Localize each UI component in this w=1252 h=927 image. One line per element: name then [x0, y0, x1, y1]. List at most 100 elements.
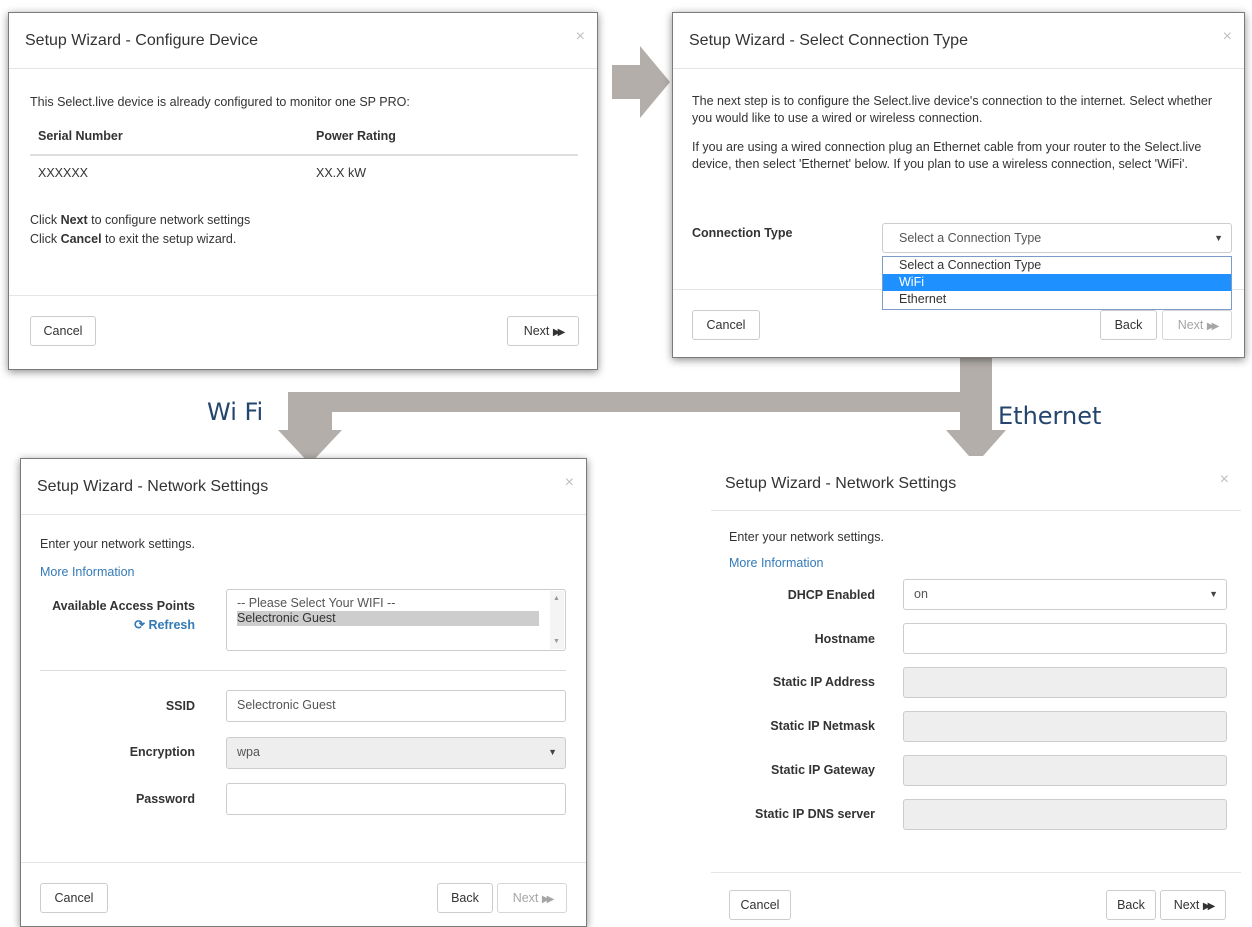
next-button[interactable]: Next ▶▶: [497, 883, 567, 913]
cancel-button[interactable]: Cancel: [692, 310, 760, 340]
fast-forward-icon: ▶▶: [541, 894, 555, 905]
encryption-select[interactable]: wpa ▼: [226, 737, 566, 769]
refresh-icon: ⟳: [134, 617, 145, 632]
scroll-down-icon[interactable]: ▼: [553, 634, 560, 649]
static-ip-netmask-input[interactable]: [903, 711, 1227, 742]
section-divider: [40, 670, 566, 671]
power-rating-cell: XX.X kW: [316, 166, 367, 180]
hint-cancel-text: Click Cancel to exit the setup wizard.: [30, 232, 237, 246]
more-information-link[interactable]: More Information: [729, 556, 823, 570]
flow-arrow-horizontal-bar: [288, 392, 992, 412]
chevron-down-icon: ▼: [548, 747, 557, 757]
static-ip-address-input[interactable]: [903, 667, 1227, 698]
configure-device-dialog: Setup Wizard - Configure Device × This S…: [8, 12, 598, 370]
fast-forward-icon: ▶▶: [1206, 321, 1220, 332]
fast-forward-icon: ▶▶: [552, 327, 566, 338]
hint-next-text: Click Next to configure network settings: [30, 213, 251, 227]
close-icon[interactable]: ×: [1223, 28, 1232, 46]
next-button[interactable]: Next ▶▶: [1162, 310, 1232, 340]
dialog-title: Setup Wizard - Network Settings: [725, 475, 957, 492]
serial-number-cell: XXXXXX: [38, 166, 89, 180]
static-ip-gateway-input[interactable]: [903, 755, 1227, 786]
hostname-label: Hostname: [814, 632, 875, 646]
close-icon[interactable]: ×: [1220, 471, 1229, 489]
next-button-label: Next: [523, 324, 550, 338]
next-button[interactable]: Next ▶▶: [1160, 890, 1226, 920]
password-input[interactable]: [226, 783, 566, 815]
access-point-option[interactable]: -- Please Select Your WIFI --: [237, 596, 539, 611]
dialog-header: Setup Wizard - Network Settings ×: [711, 457, 1241, 511]
cancel-button[interactable]: Cancel: [729, 890, 791, 920]
option-ethernet[interactable]: Ethernet: [883, 291, 1231, 308]
dhcp-enabled-value: on: [914, 587, 928, 601]
access-points-label: Available Access Points: [52, 599, 195, 613]
next-button-label: Next: [512, 891, 539, 905]
access-points-listbox[interactable]: -- Please Select Your WIFI -- Selectroni…: [226, 589, 566, 651]
cancel-button[interactable]: Cancel: [30, 316, 96, 346]
connection-type-dialog: Setup Wizard - Select Connection Type × …: [672, 12, 1245, 358]
static-ip-dns-server-input[interactable]: [903, 799, 1227, 830]
next-button-label: Next: [1177, 318, 1204, 332]
connection-type-label: Connection Type: [692, 226, 793, 240]
back-button[interactable]: Back: [437, 883, 493, 913]
dialog-footer-divider: [9, 295, 597, 296]
chevron-down-icon: ▼: [1214, 233, 1223, 243]
refresh-label: Refresh: [148, 618, 195, 632]
intro-text: This Select.live device is already confi…: [30, 95, 410, 109]
hostname-input[interactable]: [903, 623, 1227, 654]
column-header-serial: Serial Number: [38, 129, 123, 143]
dialog-footer-divider: [711, 872, 1241, 873]
flow-arrow-wifi-shaft: [288, 392, 332, 432]
dialog-header: Setup Wizard - Network Settings ×: [21, 459, 586, 515]
intro-text: Enter your network settings.: [40, 537, 195, 551]
dhcp-enabled-label: DHCP Enabled: [787, 588, 875, 602]
close-icon[interactable]: ×: [576, 28, 585, 46]
more-information-link[interactable]: More Information: [40, 565, 134, 579]
ethernet-settings-dialog: Setup Wizard - Network Settings × Enter …: [710, 456, 1242, 927]
static-ip-address-label: Static IP Address: [772, 675, 875, 689]
intro-paragraph: The next step is to configure the Select…: [692, 94, 1213, 125]
next-button[interactable]: Next ▶▶: [507, 316, 579, 346]
fast-forward-icon: ▶▶: [1202, 901, 1216, 912]
access-point-option-selected[interactable]: Selectronic Guest: [237, 611, 539, 626]
encryption-label: Encryption: [129, 745, 195, 759]
dialog-title: Setup Wizard - Select Connection Type: [689, 32, 968, 49]
close-icon[interactable]: ×: [565, 474, 574, 492]
chevron-down-icon: ▼: [1209, 589, 1218, 599]
refresh-link[interactable]: ⟳ Refresh: [134, 617, 195, 633]
password-label: Password: [135, 792, 195, 806]
back-button[interactable]: Back: [1100, 310, 1157, 340]
flow-label-wifi: Wi Fi: [207, 398, 264, 426]
dialog-footer-divider: [21, 862, 586, 863]
flow-arrow-ethernet-shaft: [960, 392, 992, 432]
intro-text: Enter your network settings.: [729, 530, 884, 544]
option-wifi[interactable]: WiFi: [883, 274, 1231, 291]
encryption-value: wpa: [237, 745, 260, 759]
connection-type-value: Select a Connection Type: [899, 231, 1042, 245]
cancel-button[interactable]: Cancel: [40, 883, 108, 913]
static-ip-dns-server-label: Static IP DNS server: [755, 807, 875, 821]
dialog-title: Setup Wizard - Network Settings: [37, 478, 269, 495]
scroll-up-icon[interactable]: ▲: [553, 591, 560, 606]
ssid-input[interactable]: Selectronic Guest: [226, 690, 566, 722]
flow-label-ethernet: Ethernet: [998, 402, 1102, 430]
dialog-title: Setup Wizard - Configure Device: [25, 32, 258, 49]
table-header-divider: [30, 154, 578, 156]
static-ip-netmask-label: Static IP Netmask: [770, 719, 875, 733]
static-ip-gateway-label: Static IP Gateway: [771, 763, 875, 777]
back-button[interactable]: Back: [1106, 890, 1156, 920]
dialog-header: Setup Wizard - Select Connection Type ×: [673, 13, 1244, 69]
flow-arrow-right-shaft: [612, 65, 642, 99]
option-select-a-connection-type[interactable]: Select a Connection Type: [883, 257, 1231, 274]
connection-type-select[interactable]: Select a Connection Type ▼: [882, 223, 1232, 253]
ssid-label: SSID: [165, 699, 195, 713]
dhcp-enabled-select[interactable]: on ▼: [903, 579, 1227, 610]
column-header-power: Power Rating: [316, 129, 396, 143]
instructions-paragraph: If you are using a wired connection plug…: [692, 140, 1202, 171]
next-button-label: Next: [1173, 898, 1200, 912]
connection-type-dropdown-list: Select a Connection Type WiFi Ethernet: [882, 256, 1232, 310]
listbox-scrollbar[interactable]: ▲ ▼: [550, 591, 564, 649]
flow-arrow-right-head: [640, 46, 670, 118]
dialog-header: Setup Wizard - Configure Device ×: [9, 13, 597, 69]
wifi-settings-dialog: Setup Wizard - Network Settings × Enter …: [20, 458, 587, 927]
